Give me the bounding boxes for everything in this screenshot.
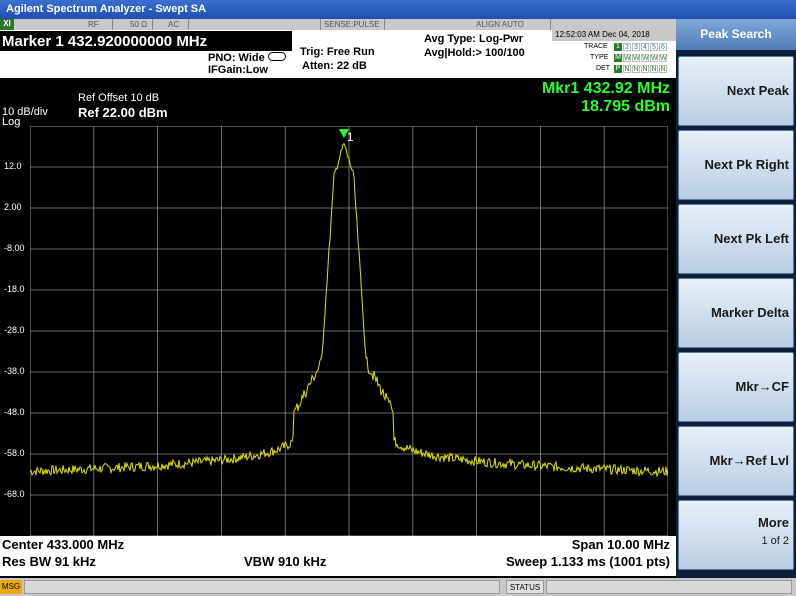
marker-frequency: Mkr1 432.92 MHz — [541, 80, 670, 97]
trace-cell: N — [632, 65, 640, 73]
trace-cell: 5 — [650, 43, 658, 51]
res-bw: Res BW 91 kHz — [2, 554, 96, 569]
y-tick-label: 2.00 — [4, 202, 22, 212]
ifgain-setting: IFGain:Low — [208, 64, 268, 76]
softkey-label: Next Pk Right — [704, 157, 789, 172]
trace-cell: 2 — [623, 43, 631, 51]
graph-header: Ref Offset 10 dB 10 dB/div Ref 22.00 dBm… — [0, 78, 676, 128]
marker-delta-button[interactable]: Marker Delta — [678, 278, 794, 348]
pno-knob-icon — [268, 52, 286, 61]
marker-1-number: 1 — [347, 130, 354, 144]
softkey-label: Next Pk Left — [713, 231, 789, 246]
trace-cell: N — [623, 65, 631, 73]
trace-cell: N — [650, 65, 658, 73]
trace-label: TRACE — [584, 43, 608, 50]
trace-cell: 3 — [632, 43, 640, 51]
y-tick-label: -18.0 — [4, 284, 25, 294]
trigger-setting: Trig: Free Run — [300, 46, 375, 58]
softkey-label: Marker Delta — [710, 305, 789, 320]
sense-indicator: SENSE:PULSE — [324, 20, 380, 29]
trace-cell: W — [659, 54, 667, 62]
y-tick-label: -68.0 — [4, 489, 25, 499]
marker-amplitude: 18.795 dBm — [581, 98, 670, 115]
trace-cell: M — [614, 54, 622, 62]
trace-cell: W — [623, 54, 631, 62]
y-tick-label: -58.0 — [4, 448, 25, 458]
softkey-label: Mkr→Ref Lvl — [709, 453, 789, 468]
msg-label: MSG — [0, 580, 22, 594]
next-pk-left-button[interactable]: Next Pk Left — [678, 204, 794, 274]
y-tick-label: -8.00 — [4, 243, 25, 253]
vbw: VBW 910 kHz — [244, 554, 327, 569]
window-title: Agilent Spectrum Analyzer - Swept SA — [6, 3, 207, 15]
impedance-indicator: 50 Ω — [130, 20, 148, 29]
trace-cell: N — [641, 65, 649, 73]
measurement-header: Marker 1 432.920000000 MHz PNO: Wide IFG… — [0, 30, 676, 78]
center-frequency: Center 433.000 MHz — [2, 537, 125, 552]
datetime: 12:52:03 AM Dec 04, 2018 — [552, 30, 676, 41]
trace-cell: W — [632, 54, 640, 62]
status-label: STATUS — [506, 580, 544, 594]
softkey-label: More — [757, 515, 789, 530]
avg-type: Avg Type: Log-Pwr — [424, 33, 523, 45]
softkey-sublabel: 1 of 2 — [761, 535, 789, 547]
log-scale-label: Log — [2, 116, 21, 128]
trace-cell: W — [641, 54, 649, 62]
softkey-menu-title: Peak Search — [676, 19, 796, 50]
y-tick-label: 12.0 — [4, 161, 22, 171]
type-label: TYPE — [590, 54, 609, 61]
next-peak-button[interactable]: Next Peak — [678, 56, 794, 126]
softkey-panel: Peak Search Next Peak Next Pk Right Next… — [676, 19, 796, 578]
status-field — [546, 580, 792, 594]
next-pk-right-button[interactable]: Next Pk Right — [678, 130, 794, 200]
trace-cell: P — [614, 65, 622, 73]
span: Span 10.00 MHz — [571, 537, 670, 552]
softkey-label: Mkr→CF — [735, 379, 789, 394]
trace-cell: 1 — [614, 43, 622, 51]
trace-cell: 6 — [659, 43, 667, 51]
status-strip: XI RF 50 Ω AC SENSE:PULSE ALIGN AUTO — [0, 19, 676, 30]
message-bar: MSG STATUS — [0, 578, 796, 596]
coupling-indicator: AC — [168, 20, 180, 29]
y-tick-label: -48.0 — [4, 407, 25, 417]
trace-cell: W — [650, 54, 658, 62]
ref-level: Ref 22.00 dBm — [78, 105, 168, 120]
trace-cell: N — [659, 65, 667, 73]
trace-cell: 4 — [641, 43, 649, 51]
sweep-time: Sweep 1.133 ms (1001 pts) — [505, 554, 670, 569]
align-indicator: ALIGN AUTO — [476, 20, 524, 29]
window-title-bar: Agilent Spectrum Analyzer - Swept SA — [0, 0, 796, 19]
det-label: DET — [596, 65, 610, 72]
message-field — [24, 580, 500, 594]
y-tick-label: -38.0 — [4, 366, 25, 376]
ref-offset: Ref Offset 10 dB — [78, 92, 160, 104]
mkr-to-ref-lvl-button[interactable]: Mkr→Ref Lvl — [678, 426, 794, 496]
marker-readout: Marker 1 432.920000000 MHz — [0, 31, 292, 51]
y-tick-label: -28.0 — [4, 325, 25, 335]
pno-setting: PNO: Wide — [208, 52, 265, 64]
rf-indicator: RF — [88, 20, 99, 29]
mkr-to-cf-button[interactable]: Mkr→CF — [678, 352, 794, 422]
avg-hold: Avg|Hold:> 100/100 — [424, 47, 525, 59]
softkey-label: Next Peak — [726, 83, 789, 98]
xi-logo: XI — [0, 19, 14, 30]
atten-setting: Atten: 22 dB — [302, 60, 367, 72]
spectrum-plot[interactable]: 1 — [30, 126, 668, 536]
measurement-footer: Center 433.000 MHz Span 10.00 MHz Res BW… — [0, 536, 676, 576]
more-button[interactable]: More 1 of 2 — [678, 500, 794, 570]
